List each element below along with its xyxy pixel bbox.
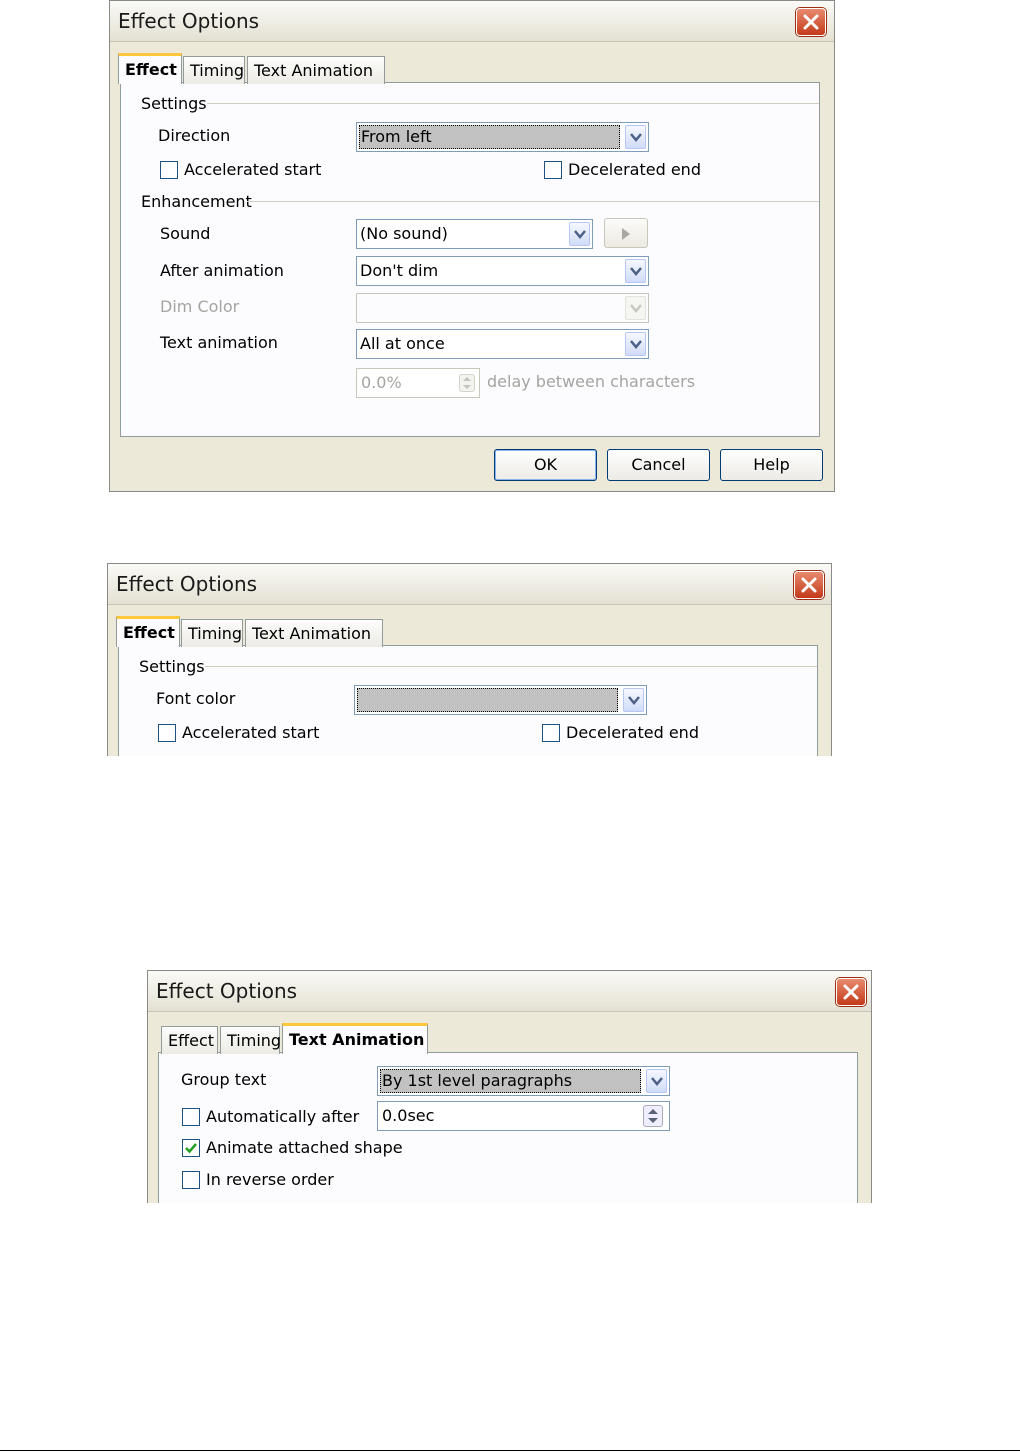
dim-color-label: Dim Color [160,297,240,316]
enhancement-group-label: Enhancement [141,192,252,211]
direction-value: From left [359,125,620,149]
dim-color-select [356,293,649,323]
title-bar: Effect Options [108,564,831,605]
direction-label: Direction [158,126,231,145]
spin-arrows-icon [459,374,475,392]
automatically-after-value: 0.0sec [382,1106,435,1125]
close-button[interactable] [794,571,824,599]
chevron-down-icon [625,296,646,320]
in-reverse-order-label: In reverse order [206,1170,334,1189]
tab-timing[interactable]: Timing [183,56,245,84]
accelerated-start-label: Accelerated start [184,160,322,179]
text-animation-label: Text animation [160,333,278,352]
in-reverse-order-checkbox[interactable] [182,1171,200,1189]
checkmark-icon [185,1143,197,1154]
title-bar: Effect Options [148,971,871,1012]
automatically-after-spinbox[interactable]: 0.0sec [377,1101,670,1131]
decelerated-end-checkbox[interactable] [542,724,560,742]
group-text-label: Group text [181,1070,267,1089]
settings-divider [207,103,819,104]
chevron-down-icon[interactable] [646,1069,667,1093]
cancel-button[interactable]: Cancel [607,449,710,481]
effect-options-dialog-text-animation-tab: Effect Options Effect Timing Text Animat… [147,970,872,1203]
help-button[interactable]: Help [720,449,823,481]
chevron-down-icon[interactable] [625,332,646,356]
title-bar: Effect Options [110,1,834,42]
sound-select[interactable]: (No sound) [356,219,593,249]
after-animation-select[interactable]: Don't dim [356,256,649,286]
page-bottom-rule [0,1450,1020,1451]
accelerated-start-checkbox[interactable] [160,161,178,179]
tab-text-animation[interactable]: Text Animation [282,1023,428,1054]
chevron-down-icon[interactable] [623,688,644,712]
dialog-title: Effect Options [118,9,260,33]
tab-text-animation[interactable]: Text Animation [245,619,383,647]
settings-group-label: Settings [139,657,205,676]
spin-arrows-icon[interactable] [643,1105,663,1127]
chevron-down-icon[interactable] [569,222,590,246]
text-animation-select[interactable]: All at once [356,329,649,359]
decelerated-end-label: Decelerated end [566,723,699,742]
chevron-down-icon[interactable] [625,125,646,149]
font-color-value [357,688,618,712]
tab-effect[interactable]: Effect [118,53,182,84]
sound-value: (No sound) [360,224,448,243]
close-icon [843,984,859,1000]
close-icon [801,577,817,593]
settings-divider [205,666,817,667]
ok-button[interactable]: OK [494,449,597,481]
group-text-select[interactable]: By 1st level paragraphs [377,1066,670,1096]
tab-timing[interactable]: Timing [181,619,243,647]
close-button[interactable] [796,8,826,36]
tab-effect[interactable]: Effect [161,1026,218,1054]
delay-spinbox: 0.0% [356,368,480,398]
animate-attached-shape-label: Animate attached shape [206,1138,403,1157]
automatically-after-checkbox[interactable] [182,1108,200,1126]
tab-effect[interactable]: Effect [116,616,180,647]
decelerated-end-label: Decelerated end [568,160,701,179]
after-animation-value: Don't dim [360,261,439,280]
decelerated-end-checkbox[interactable] [544,161,562,179]
after-animation-label: After animation [160,261,284,280]
accelerated-start-checkbox[interactable] [158,724,176,742]
play-sound-button[interactable] [604,218,648,248]
effect-options-dialog-effect-tab: Effect Options Effect Timing Text Animat… [109,0,835,492]
dialog-title: Effect Options [156,979,298,1003]
automatically-after-label: Automatically after [206,1107,360,1126]
effect-options-dialog-font-color: Effect Options Effect Timing Text Animat… [107,563,832,756]
tab-timing[interactable]: Timing [220,1026,281,1054]
dialog-title: Effect Options [116,572,258,596]
play-icon [622,228,630,240]
delay-value: 0.0% [361,373,402,392]
enhancement-divider [247,201,819,202]
sound-label: Sound [160,224,211,243]
group-text-value: By 1st level paragraphs [380,1069,641,1093]
close-icon [803,14,819,30]
font-color-label: Font color [156,689,236,708]
direction-select[interactable]: From left [356,122,649,152]
delay-between-characters-label: delay between characters [487,372,696,391]
settings-group-label: Settings [141,94,207,113]
tab-text-animation[interactable]: Text Animation [247,56,385,84]
font-color-select[interactable] [354,685,647,715]
chevron-down-icon[interactable] [625,259,646,283]
animate-attached-shape-checkbox[interactable] [182,1139,200,1157]
accelerated-start-label: Accelerated start [182,723,320,742]
close-button[interactable] [836,978,866,1006]
text-animation-value: All at once [360,334,445,353]
